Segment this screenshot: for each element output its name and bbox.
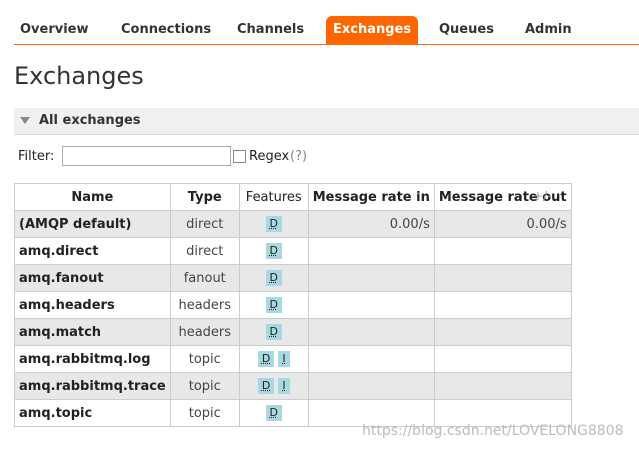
- exchange-features: D: [238, 210, 309, 238]
- exchange-type: topic: [169, 372, 240, 400]
- message-rate-in: 0.00/s: [307, 210, 435, 238]
- exchange-type: direct: [169, 210, 240, 238]
- table-row: amq.rabbitmq.trace topic D I: [14, 372, 572, 400]
- section-title: All exchanges: [39, 113, 141, 128]
- table-row: amq.fanout fanout D: [14, 264, 572, 292]
- regex-help-link[interactable]: (?): [290, 149, 307, 164]
- triangle-down-icon[interactable]: [20, 117, 30, 124]
- message-rate-out: [433, 237, 572, 265]
- column-header-features: Features: [238, 183, 309, 211]
- tab-admin[interactable]: Admin: [525, 16, 572, 44]
- exchange-features: D: [238, 399, 309, 427]
- exchange-name-link[interactable]: amq.match: [14, 318, 171, 346]
- exchange-name-link[interactable]: amq.headers: [14, 291, 171, 319]
- page-title: Exchanges: [14, 62, 144, 90]
- exchange-name-link[interactable]: amq.topic: [14, 399, 171, 427]
- feature-badge[interactable]: D: [265, 405, 282, 421]
- all-exchanges-section-header[interactable]: All exchanges: [14, 108, 639, 135]
- exchange-features: D: [238, 318, 309, 346]
- regex-label[interactable]: Regex: [249, 149, 289, 164]
- table-header-row: Name Type Features Message rate in Messa…: [14, 183, 572, 211]
- message-rate-in: [307, 318, 435, 346]
- exchange-name-link[interactable]: (AMQP default): [14, 210, 171, 238]
- tab-queues[interactable]: Queues: [439, 16, 494, 44]
- exchange-features: DI: [238, 372, 309, 400]
- tab-overview[interactable]: Overview: [20, 16, 89, 44]
- main-nav: Overview Connections Channels Exchanges …: [14, 16, 639, 45]
- tab-channels[interactable]: Channels: [237, 16, 304, 44]
- message-rate-out: [433, 291, 572, 319]
- table-row: amq.direct direct D: [14, 237, 572, 265]
- exchange-type: fanout: [169, 264, 240, 292]
- message-rate-in: [307, 345, 435, 373]
- filter-label: Filter:: [18, 149, 55, 164]
- exchange-features: D: [238, 237, 309, 265]
- message-rate-in: [307, 291, 435, 319]
- feature-badge[interactable]: D: [257, 378, 275, 394]
- exchange-name-link[interactable]: amq.fanout: [14, 264, 171, 292]
- exchange-type: headers: [169, 318, 240, 346]
- message-rate-in: [307, 237, 435, 265]
- message-rate-out: [433, 372, 572, 400]
- table-row: amq.headers headers D: [14, 291, 572, 319]
- exchange-name-link[interactable]: amq.direct: [14, 237, 171, 265]
- message-rate-out: [433, 345, 572, 373]
- feature-badge[interactable]: D: [265, 243, 282, 259]
- exchange-type: topic: [169, 399, 240, 427]
- column-header-name[interactable]: Name: [14, 183, 171, 211]
- feature-badge[interactable]: D: [265, 270, 282, 286]
- exchanges-table: Name Type Features Message rate in Messa…: [14, 183, 572, 427]
- message-rate-out: [433, 264, 572, 292]
- feature-badge[interactable]: D: [257, 351, 275, 367]
- filter-input[interactable]: [62, 146, 231, 166]
- exchange-type: direct: [169, 237, 240, 265]
- feature-badge[interactable]: D: [265, 216, 282, 232]
- regex-checkbox[interactable]: [233, 150, 246, 163]
- message-rate-out: [433, 318, 572, 346]
- message-rate-in: [307, 264, 435, 292]
- feature-badge[interactable]: D: [265, 324, 282, 340]
- message-rate-in: [307, 372, 435, 400]
- feature-badge[interactable]: I: [278, 351, 290, 367]
- table-row: (AMQP default) direct D 0.00/s 0.00/s: [14, 210, 572, 238]
- tab-exchanges[interactable]: Exchanges: [326, 16, 419, 44]
- message-rate-out: 0.00/s: [433, 210, 572, 238]
- feature-badge[interactable]: D: [265, 297, 282, 313]
- exchange-features: D: [238, 291, 309, 319]
- exchange-name-link[interactable]: amq.rabbitmq.log: [14, 345, 171, 373]
- table-row: amq.rabbitmq.log topic D I: [14, 345, 572, 373]
- exchange-type: topic: [169, 345, 240, 373]
- column-header-rate-in[interactable]: Message rate in: [307, 183, 435, 211]
- tab-connections[interactable]: Connections: [121, 16, 211, 44]
- table-row: amq.match headers D: [14, 318, 572, 346]
- columns-toggle-link[interactable]: +/-: [533, 189, 551, 203]
- column-header-type[interactable]: Type: [169, 183, 240, 211]
- exchange-name-link[interactable]: amq.rabbitmq.trace: [14, 372, 171, 400]
- watermark-text: https://blog.csdn.net/LOVELONG8808: [362, 423, 624, 439]
- exchange-type: headers: [169, 291, 240, 319]
- exchange-features: DI: [238, 345, 309, 373]
- exchange-features: D: [238, 264, 309, 292]
- feature-badge[interactable]: I: [278, 378, 290, 394]
